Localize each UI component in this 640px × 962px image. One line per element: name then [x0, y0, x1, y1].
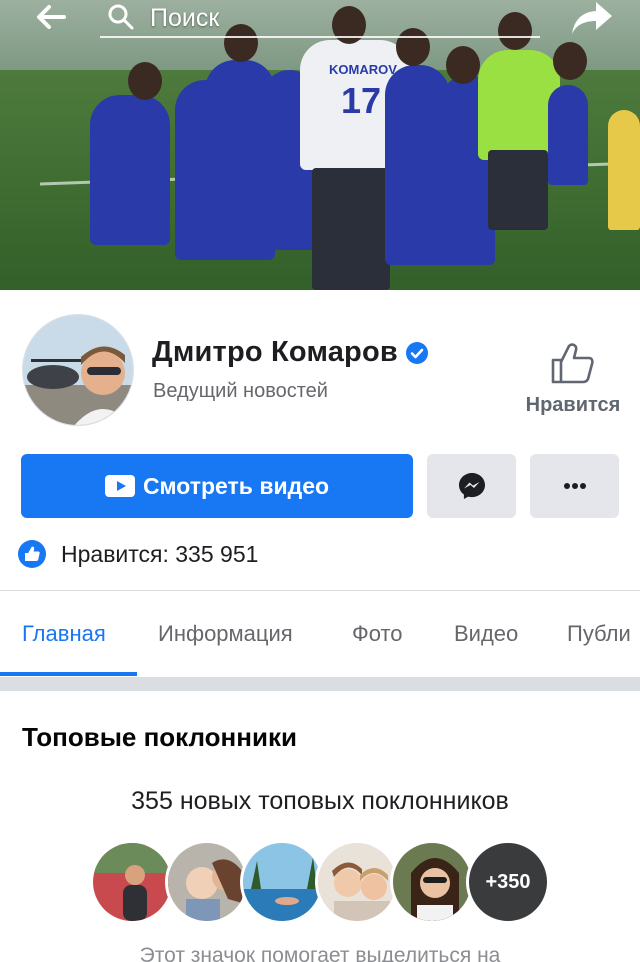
profile-avatar[interactable]: [22, 314, 134, 426]
cover-player: [548, 85, 588, 185]
verified-badge-icon: [405, 341, 428, 364]
like-badge-icon: [18, 540, 46, 568]
fan-avatar-image: [318, 843, 396, 921]
top-fans-title: Топовые поклонники: [22, 722, 297, 752]
fan-avatar-image: [168, 843, 246, 921]
cover-photo[interactable]: KOMAROV 17 Поиск: [0, 0, 640, 290]
video-play-icon: [104, 475, 135, 497]
messenger-icon: [459, 473, 485, 499]
cover-player-head: [446, 46, 480, 84]
fan-avatar-image: [93, 843, 171, 921]
top-fans-description: Этот значок помогает выделиться на: [139, 944, 501, 962]
tab-posts[interactable]: Публи: [567, 621, 631, 647]
fan-avatar[interactable]: [390, 840, 474, 924]
tab-videos[interactable]: Видео: [454, 621, 518, 647]
avatar-image: [23, 315, 133, 425]
active-tab-indicator: [0, 672, 137, 676]
thumbs-up-outline-icon: [551, 343, 594, 384]
more-fans-button[interactable]: +350: [466, 840, 550, 924]
section-divider: [0, 677, 640, 691]
messenger-button[interactable]: [427, 454, 516, 518]
search-placeholder: Поиск: [150, 4, 220, 32]
fan-avatar[interactable]: [165, 840, 249, 924]
arrow-left-icon[interactable]: [34, 2, 68, 32]
likes-count-text: Нравится: 335 951: [61, 540, 259, 567]
page-title: Дмитро Комаров: [152, 336, 398, 368]
page-category: Ведущий новостей: [153, 380, 328, 402]
like-page-button[interactable]: Нравится: [520, 338, 626, 422]
fan-avatar-image: [393, 843, 471, 921]
page-title-row: Дмитро Комаров: [152, 336, 428, 369]
fan-avatar[interactable]: [315, 840, 399, 924]
more-fans-count: +350: [485, 870, 531, 893]
page-tabs: Главная Информация Фото Видео Публи: [0, 591, 640, 677]
cover-player-head: [553, 42, 587, 80]
fan-avatar-image: [243, 843, 321, 921]
search-icon: [108, 4, 134, 30]
watch-video-button[interactable]: Смотреть видео: [21, 454, 413, 518]
cover-player: [608, 110, 640, 230]
more-dots-icon: [564, 483, 586, 489]
tab-home[interactable]: Главная: [22, 621, 106, 647]
tab-about[interactable]: Информация: [158, 621, 293, 647]
cover-player-legs: [488, 150, 548, 230]
cover-player-legs: [312, 168, 390, 290]
top-fans-subtitle: 355 новых топовых поклонников: [131, 787, 509, 815]
more-options-button[interactable]: [530, 454, 619, 518]
like-page-label: Нравится: [525, 394, 621, 416]
jersey-number: 17: [340, 80, 382, 121]
top-bar: Поиск: [0, 0, 640, 40]
watch-video-label: Смотреть видео: [142, 472, 330, 499]
share-arrow-icon[interactable]: [570, 0, 614, 36]
cover-player: [90, 95, 170, 245]
fan-avatar[interactable]: [90, 840, 174, 924]
likes-count-row[interactable]: Нравится: 335 951: [18, 540, 258, 568]
tab-photos[interactable]: Фото: [352, 621, 403, 647]
cover-player-head: [128, 62, 162, 100]
fan-avatar[interactable]: [240, 840, 324, 924]
search-input[interactable]: Поиск: [100, 0, 540, 38]
